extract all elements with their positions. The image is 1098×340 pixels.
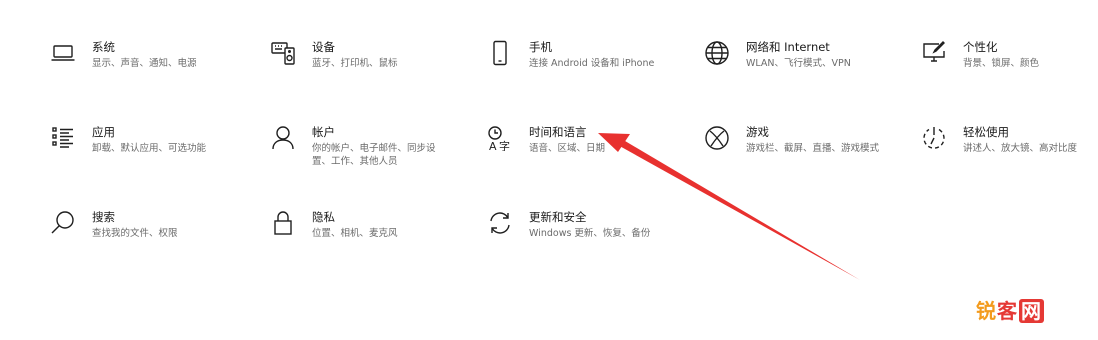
tile-devices[interactable]: 设备 蓝牙、打印机、鼠标 — [270, 40, 398, 70]
tile-update-security[interactable]: 更新和安全 Windows 更新、恢复、备份 — [487, 210, 650, 240]
tile-title: 系统 — [92, 40, 115, 54]
tile-gaming[interactable]: 游戏 游戏栏、截屏、直播、游戏模式 — [704, 125, 879, 155]
tile-description: WLAN、飞行模式、VPN — [746, 58, 851, 69]
tile-description: 查找我的文件、权限 — [92, 228, 178, 239]
ease-of-access-icon — [921, 125, 947, 151]
tile-phone[interactable]: 手机 连接 Android 设备和 iPhone — [487, 40, 654, 70]
tile-title: 搜索 — [92, 210, 115, 224]
tile-description: 语音、区域、日期 — [529, 143, 606, 154]
watermark-char: 网 — [1019, 299, 1044, 323]
tile-privacy[interactable]: 隐私 位置、相机、麦克风 — [270, 210, 398, 240]
tile-accounts[interactable]: 帐户 你的帐户、电子邮件、同步设置、工作、其他人员 — [270, 125, 444, 168]
svg-text:字: 字 — [499, 139, 510, 151]
tile-description: 卸载、默认应用、可选功能 — [92, 143, 207, 154]
search-icon — [50, 210, 76, 236]
monitor-brush-icon — [921, 40, 947, 66]
tile-description: 位置、相机、麦克风 — [312, 228, 398, 239]
xbox-icon — [704, 125, 730, 151]
tile-description: 连接 Android 设备和 iPhone — [529, 58, 655, 69]
globe-icon — [704, 40, 730, 66]
tile-title: 更新和安全 — [529, 210, 587, 224]
tile-description: 显示、声音、通知、电源 — [92, 58, 197, 69]
tile-title: 游戏 — [746, 125, 769, 139]
tile-description: 你的帐户、电子邮件、同步设置、工作、其他人员 — [312, 143, 436, 167]
tile-search[interactable]: 搜索 查找我的文件、权限 — [50, 210, 178, 240]
tile-description: 背景、锁屏、颜色 — [963, 58, 1040, 69]
tile-title: 应用 — [92, 125, 115, 139]
watermark-char: 客 — [997, 299, 1018, 323]
tile-ease-of-access[interactable]: 轻松使用 讲述人、放大镜、高对比度 — [921, 125, 1077, 155]
time-language-icon: A字 — [487, 125, 513, 151]
sync-icon — [487, 210, 513, 236]
tile-title: 网络和 Internet — [746, 40, 830, 54]
annotation-arrow-shaft — [616, 138, 860, 280]
lock-icon — [270, 210, 296, 236]
tile-apps[interactable]: 应用 卸载、默认应用、可选功能 — [50, 125, 206, 155]
laptop-icon — [50, 40, 76, 66]
tile-system[interactable]: 系统 显示、声音、通知、电源 — [50, 40, 197, 70]
tile-personalization[interactable]: 个性化 背景、锁屏、颜色 — [921, 40, 1039, 70]
svg-text:A: A — [489, 140, 497, 151]
phone-icon — [487, 40, 513, 66]
tile-network[interactable]: 网络和 Internet WLAN、飞行模式、VPN — [704, 40, 851, 70]
tile-title: 帐户 — [312, 125, 335, 139]
watermark-char: 锐 — [976, 299, 997, 323]
tile-title: 个性化 — [963, 40, 998, 54]
keyboard-speaker-icon — [270, 40, 296, 66]
tile-title: 隐私 — [312, 210, 335, 224]
tile-description: 讲述人、放大镜、高对比度 — [963, 143, 1078, 154]
apps-list-icon — [50, 125, 76, 151]
tile-description: 蓝牙、打印机、鼠标 — [312, 58, 398, 69]
tile-title: 手机 — [529, 40, 552, 54]
tile-title: 轻松使用 — [963, 125, 1009, 139]
tile-description: Windows 更新、恢复、备份 — [529, 228, 651, 239]
person-icon — [270, 125, 296, 151]
watermark-logo: 锐客网 — [976, 295, 1044, 324]
tile-description: 游戏栏、截屏、直播、游戏模式 — [746, 143, 880, 154]
tile-time-language[interactable]: A字 时间和语言 语音、区域、日期 — [487, 125, 605, 155]
tile-title: 时间和语言 — [529, 125, 587, 139]
tile-title: 设备 — [312, 40, 335, 54]
